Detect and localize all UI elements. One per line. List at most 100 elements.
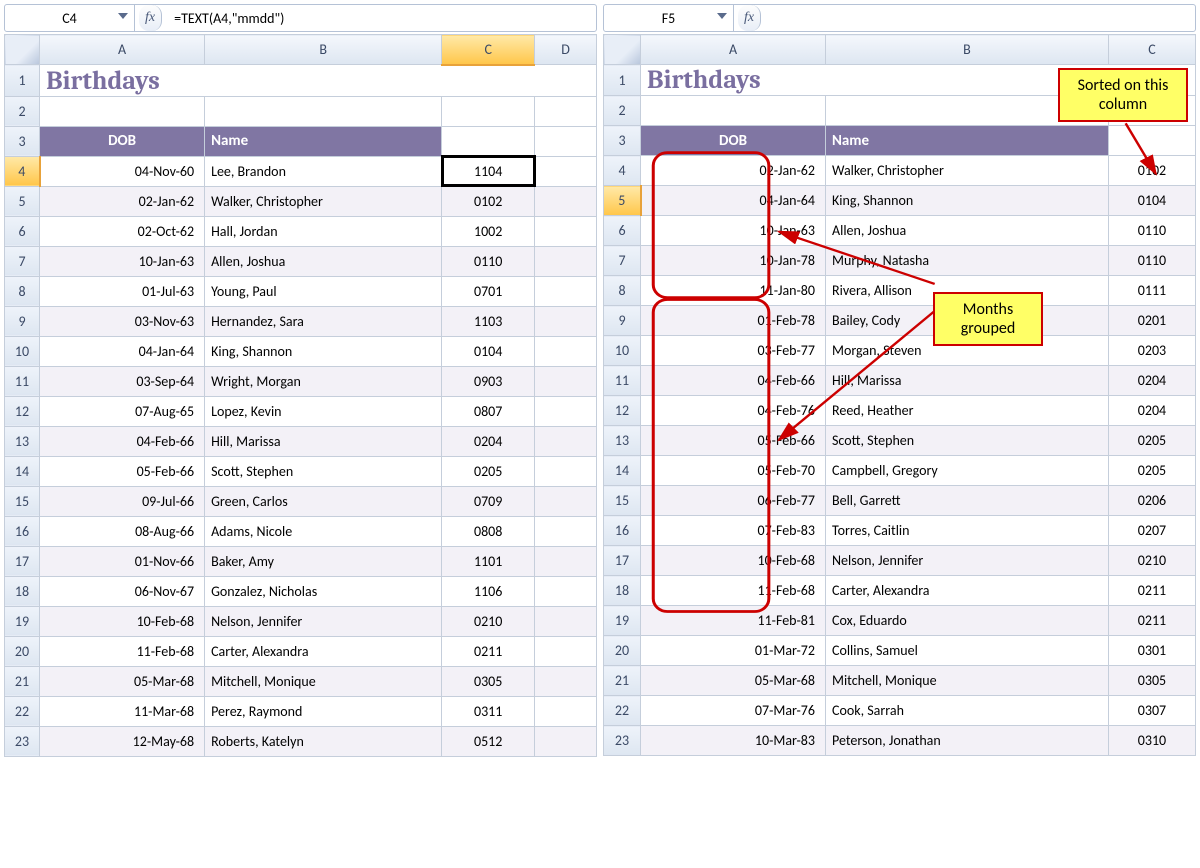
cell-name[interactable]: Nelson, Jennifer xyxy=(205,606,442,636)
cell-dob[interactable]: 04-Feb-66 xyxy=(40,426,205,456)
cell-name[interactable]: Walker, Christopher xyxy=(205,186,442,216)
cell-code[interactable]: 0205 xyxy=(1108,426,1195,456)
cell-dob[interactable]: 01-Jul-63 xyxy=(40,276,205,306)
cell-name[interactable]: Allen, Joshua xyxy=(826,216,1109,246)
cell-code[interactable]: 0205 xyxy=(442,456,535,486)
cell-dob[interactable]: 04-Feb-76 xyxy=(641,396,826,426)
cell-name[interactable]: Adams, Nicole xyxy=(205,516,442,546)
cell-name[interactable]: Walker, Christopher xyxy=(826,156,1109,186)
cell[interactable] xyxy=(535,726,597,756)
col-header-a[interactable]: A xyxy=(641,35,826,65)
cell-dob[interactable]: 07-Aug-65 xyxy=(40,396,205,426)
row-header[interactable]: 6 xyxy=(604,216,641,246)
row-header[interactable]: 7 xyxy=(604,246,641,276)
row-header[interactable]: 5 xyxy=(5,186,40,216)
row-header[interactable]: 15 xyxy=(5,486,40,516)
cell-dob[interactable]: 04-Feb-66 xyxy=(641,366,826,396)
cell-dob[interactable]: 10-Jan-78 xyxy=(641,246,826,276)
cell-code[interactable]: 1104 xyxy=(442,156,535,186)
cell-code[interactable]: 0110 xyxy=(442,246,535,276)
row-header[interactable]: 23 xyxy=(604,726,641,756)
select-all-corner[interactable] xyxy=(5,35,40,65)
cell[interactable] xyxy=(535,666,597,696)
cell[interactable] xyxy=(535,216,597,246)
row-header[interactable]: 12 xyxy=(5,396,40,426)
row-header[interactable]: 22 xyxy=(5,696,40,726)
cell[interactable] xyxy=(535,186,597,216)
cell[interactable] xyxy=(535,306,597,336)
cell-code[interactable]: 0709 xyxy=(442,486,535,516)
cell[interactable] xyxy=(535,246,597,276)
cell-code[interactable]: 0204 xyxy=(1108,396,1195,426)
row-header[interactable]: 20 xyxy=(604,636,641,666)
row-header[interactable]: 8 xyxy=(604,276,641,306)
cell[interactable] xyxy=(535,336,597,366)
dropdown-icon[interactable] xyxy=(118,13,128,19)
col-header-a[interactable]: A xyxy=(40,35,205,65)
cell-code[interactable]: 0102 xyxy=(442,186,535,216)
cell-dob[interactable]: 11-Feb-68 xyxy=(641,576,826,606)
cell-dob[interactable]: 05-Feb-66 xyxy=(641,426,826,456)
cell-code[interactable]: 0104 xyxy=(1108,186,1195,216)
cell-name[interactable]: Green, Carlos xyxy=(205,486,442,516)
cell-code[interactable]: 0204 xyxy=(1108,366,1195,396)
cell-dob[interactable]: 05-Mar-68 xyxy=(641,666,826,696)
cell-dob[interactable]: 03-Feb-77 xyxy=(641,336,826,366)
cell[interactable] xyxy=(535,366,597,396)
cell-code[interactable]: 0903 xyxy=(442,366,535,396)
cell-name[interactable]: Collins, Samuel xyxy=(826,636,1109,666)
row-header[interactable]: 7 xyxy=(5,246,40,276)
cell-name[interactable]: Peterson, Jonathan xyxy=(826,726,1109,756)
cell-dob[interactable]: 02-Jan-62 xyxy=(641,156,826,186)
cell-dob[interactable]: 01-Mar-72 xyxy=(641,636,826,666)
left-grid[interactable]: A B C D 1 Birthdays23 DOB Name404-Nov-60… xyxy=(4,34,597,757)
row-header[interactable]: 4 xyxy=(5,156,40,186)
row-header[interactable]: 19 xyxy=(5,606,40,636)
row-header[interactable]: 5 xyxy=(604,186,641,216)
cell[interactable] xyxy=(442,126,535,156)
cell-dob[interactable]: 01-Feb-78 xyxy=(641,306,826,336)
row-header[interactable]: 3 xyxy=(604,126,641,156)
name-box[interactable]: C4 xyxy=(5,5,135,31)
cell-code[interactable]: 0311 xyxy=(442,696,535,726)
cell-name[interactable]: Young, Paul xyxy=(205,276,442,306)
row-header[interactable]: 9 xyxy=(5,306,40,336)
cell-code[interactable]: 0102 xyxy=(1108,156,1195,186)
cell[interactable] xyxy=(205,96,442,126)
row-header[interactable]: 11 xyxy=(604,366,641,396)
cell-code[interactable]: 0110 xyxy=(1108,246,1195,276)
row-header[interactable]: 19 xyxy=(604,606,641,636)
cell-name[interactable]: Gonzalez, Nicholas xyxy=(205,576,442,606)
row-header[interactable]: 8 xyxy=(5,276,40,306)
cell-code[interactable]: 0305 xyxy=(442,666,535,696)
cell-code[interactable]: 0211 xyxy=(1108,606,1195,636)
cell-code[interactable]: 0808 xyxy=(442,516,535,546)
cell-code[interactable]: 0204 xyxy=(442,426,535,456)
row-header[interactable]: 14 xyxy=(5,456,40,486)
row-header[interactable]: 18 xyxy=(5,576,40,606)
dropdown-icon[interactable] xyxy=(717,13,727,19)
cell-code[interactable]: 1103 xyxy=(442,306,535,336)
col-header-b[interactable]: B xyxy=(826,35,1109,65)
cell-dob[interactable]: 10-Mar-83 xyxy=(641,726,826,756)
col-header-c[interactable]: C xyxy=(1108,35,1195,65)
cell[interactable] xyxy=(535,126,597,156)
cell-code[interactable]: 0807 xyxy=(442,396,535,426)
cell-name[interactable]: Bell, Garrett xyxy=(826,486,1109,516)
cell-name[interactable]: Hill, Marissa xyxy=(205,426,442,456)
row-header[interactable]: 10 xyxy=(5,336,40,366)
cell[interactable] xyxy=(535,696,597,726)
cell-dob[interactable]: 04-Nov-60 xyxy=(40,156,205,186)
cell[interactable] xyxy=(535,396,597,426)
cell-dob[interactable]: 10-Feb-68 xyxy=(40,606,205,636)
row-header[interactable]: 2 xyxy=(604,96,641,126)
cell-dob[interactable]: 11-Mar-68 xyxy=(40,696,205,726)
cell-name[interactable]: Torres, Caitlin xyxy=(826,516,1109,546)
cell[interactable] xyxy=(535,96,597,126)
cell[interactable] xyxy=(641,96,826,126)
cell-code[interactable]: 0207 xyxy=(1108,516,1195,546)
fx-button[interactable]: fx xyxy=(139,5,162,31)
row-header[interactable]: 14 xyxy=(604,456,641,486)
sheet-title[interactable]: Birthdays xyxy=(40,65,597,97)
cell-dob[interactable]: 12-May-68 xyxy=(40,726,205,756)
